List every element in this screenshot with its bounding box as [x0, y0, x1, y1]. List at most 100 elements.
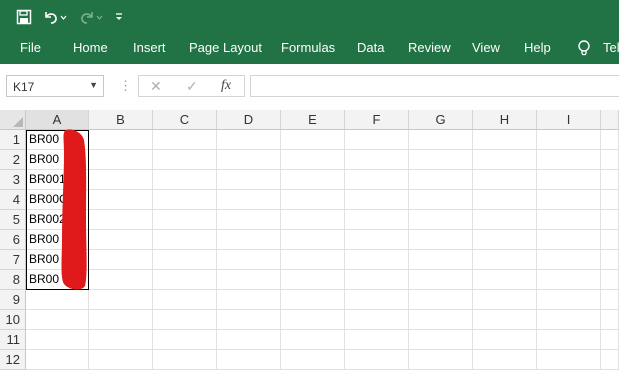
- cell-h8[interactable]: [473, 270, 537, 290]
- column-header-e[interactable]: E: [281, 110, 345, 130]
- row-header-9[interactable]: 9: [0, 290, 26, 310]
- cell-i7[interactable]: [537, 250, 601, 270]
- cell-a11[interactable]: [26, 330, 89, 350]
- formula-input[interactable]: [250, 75, 619, 97]
- column-header-d[interactable]: D: [217, 110, 281, 130]
- row-header-7[interactable]: 7: [0, 250, 26, 270]
- cell-e12[interactable]: [281, 350, 345, 370]
- cell-g8[interactable]: [409, 270, 473, 290]
- cell-i8[interactable]: [537, 270, 601, 290]
- cell-f4[interactable]: [345, 190, 409, 210]
- tab-help[interactable]: Help: [524, 40, 551, 55]
- cell-d2[interactable]: [217, 150, 281, 170]
- cell-e2[interactable]: [281, 150, 345, 170]
- tab-insert[interactable]: Insert: [133, 40, 166, 55]
- row-header-2[interactable]: 2: [0, 150, 26, 170]
- cell-b5[interactable]: [89, 210, 153, 230]
- cell-j7[interactable]: [601, 250, 619, 270]
- cell-b12[interactable]: [89, 350, 153, 370]
- column-header-f[interactable]: F: [345, 110, 409, 130]
- cell-e9[interactable]: [281, 290, 345, 310]
- cell-b3[interactable]: [89, 170, 153, 190]
- cell-h2[interactable]: [473, 150, 537, 170]
- save-button[interactable]: [16, 6, 32, 28]
- cell-g9[interactable]: [409, 290, 473, 310]
- cell-e11[interactable]: [281, 330, 345, 350]
- cell-h5[interactable]: [473, 210, 537, 230]
- cell-b6[interactable]: [89, 230, 153, 250]
- cell-a8[interactable]: BR00: [26, 270, 89, 290]
- cell-h11[interactable]: [473, 330, 537, 350]
- cell-i6[interactable]: [537, 230, 601, 250]
- row-header-10[interactable]: 10: [0, 310, 26, 330]
- cell-h3[interactable]: [473, 170, 537, 190]
- cell-c9[interactable]: [153, 290, 217, 310]
- name-box[interactable]: K17 ▼: [6, 75, 104, 97]
- row-header-11[interactable]: 11: [0, 330, 26, 350]
- cell-h9[interactable]: [473, 290, 537, 310]
- cell-c12[interactable]: [153, 350, 217, 370]
- cell-b4[interactable]: [89, 190, 153, 210]
- cell-j10[interactable]: [601, 310, 619, 330]
- cell-i11[interactable]: [537, 330, 601, 350]
- cell-i10[interactable]: [537, 310, 601, 330]
- cell-c10[interactable]: [153, 310, 217, 330]
- cell-j3[interactable]: [601, 170, 619, 190]
- column-header-a[interactable]: A: [26, 110, 89, 130]
- cell-j5[interactable]: [601, 210, 619, 230]
- column-header-b[interactable]: B: [89, 110, 153, 130]
- cell-g3[interactable]: [409, 170, 473, 190]
- cell-e8[interactable]: [281, 270, 345, 290]
- row-header-1[interactable]: 1: [0, 130, 26, 150]
- cell-e3[interactable]: [281, 170, 345, 190]
- cell-i2[interactable]: [537, 150, 601, 170]
- undo-button[interactable]: [42, 6, 68, 28]
- column-header-g[interactable]: G: [409, 110, 473, 130]
- row-header-6[interactable]: 6: [0, 230, 26, 250]
- tab-formulas[interactable]: Formulas: [281, 40, 335, 55]
- cell-d8[interactable]: [217, 270, 281, 290]
- cell-g2[interactable]: [409, 150, 473, 170]
- row-header-8[interactable]: 8: [0, 270, 26, 290]
- cell-a6[interactable]: BR00: [26, 230, 89, 250]
- cell-g1[interactable]: [409, 130, 473, 150]
- cell-i4[interactable]: [537, 190, 601, 210]
- cell-h12[interactable]: [473, 350, 537, 370]
- cell-a12[interactable]: [26, 350, 89, 370]
- cell-i3[interactable]: [537, 170, 601, 190]
- cell-c8[interactable]: [153, 270, 217, 290]
- cell-b9[interactable]: [89, 290, 153, 310]
- cell-d10[interactable]: [217, 310, 281, 330]
- cell-g5[interactable]: [409, 210, 473, 230]
- column-header-j[interactable]: [601, 110, 619, 130]
- cell-b7[interactable]: [89, 250, 153, 270]
- chevron-down-icon[interactable]: ▼: [89, 80, 98, 90]
- customize-quick-access-button[interactable]: [114, 6, 124, 28]
- row-header-4[interactable]: 4: [0, 190, 26, 210]
- cell-j11[interactable]: [601, 330, 619, 350]
- cancel-entry-button[interactable]: ✕: [150, 78, 162, 95]
- cell-g11[interactable]: [409, 330, 473, 350]
- cell-f7[interactable]: [345, 250, 409, 270]
- cell-f12[interactable]: [345, 350, 409, 370]
- column-header-i[interactable]: I: [537, 110, 601, 130]
- cell-e5[interactable]: [281, 210, 345, 230]
- cell-i12[interactable]: [537, 350, 601, 370]
- cell-b10[interactable]: [89, 310, 153, 330]
- cell-c7[interactable]: [153, 250, 217, 270]
- formula-bar-splitter[interactable]: ⋮: [119, 78, 132, 94]
- tab-page-layout[interactable]: Page Layout: [189, 40, 262, 55]
- row-header-12[interactable]: 12: [0, 350, 26, 370]
- cell-d6[interactable]: [217, 230, 281, 250]
- column-header-c[interactable]: C: [153, 110, 217, 130]
- lightbulb-icon[interactable]: [577, 39, 591, 57]
- cell-j6[interactable]: [601, 230, 619, 250]
- tab-file[interactable]: File: [20, 40, 41, 55]
- cell-c6[interactable]: [153, 230, 217, 250]
- cell-a1[interactable]: BR00: [26, 130, 89, 150]
- cell-i5[interactable]: [537, 210, 601, 230]
- tab-data[interactable]: Data: [357, 40, 384, 55]
- cell-e7[interactable]: [281, 250, 345, 270]
- column-header-h[interactable]: H: [473, 110, 537, 130]
- cell-f5[interactable]: [345, 210, 409, 230]
